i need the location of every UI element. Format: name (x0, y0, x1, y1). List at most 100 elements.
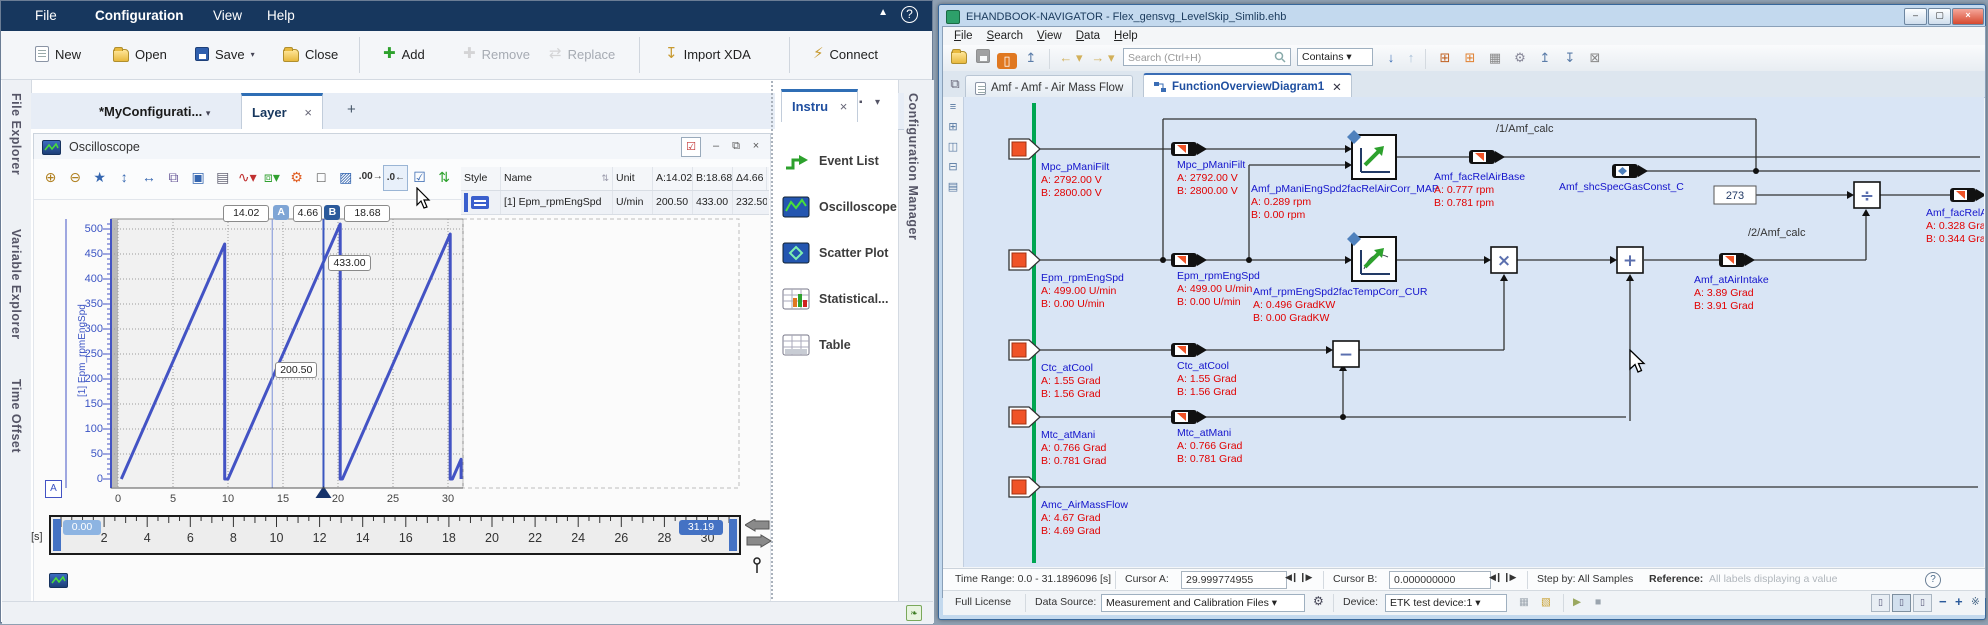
panel-menu-icon[interactable]: ▾ (875, 97, 880, 108)
strip-icon-0[interactable]: ≡ (943, 97, 963, 117)
find-previous-icon[interactable]: ↑ (1401, 49, 1421, 67)
table-row[interactable]: [1] Epm_rpmEngSpd U/min 200.50 433.00 232.50 (461, 191, 769, 215)
pin-icon[interactable]: ▪ (859, 97, 863, 108)
instrument-item-eventlist[interactable]: Event List (781, 141, 899, 181)
help-icon[interactable]: ? (901, 6, 918, 23)
menu-item-file[interactable]: File (947, 30, 980, 42)
filter-icon[interactable]: ⊠ (1585, 49, 1605, 67)
open-icon[interactable] (949, 49, 969, 67)
sidebar-item-time-offset[interactable]: Time Offset (9, 379, 23, 453)
output-marker[interactable] (1950, 188, 1984, 202)
remove-button[interactable]: ✚ Remove (463, 41, 530, 67)
back-icon[interactable]: ← ▾ (1057, 49, 1085, 67)
layout-right-icon[interactable]: ▯ (1913, 594, 1932, 612)
column-header-style[interactable]: Style (461, 167, 501, 190)
forward-icon[interactable]: → ▾ (1089, 49, 1117, 67)
curve-block[interactable] (1347, 232, 1397, 282)
menu-item-help[interactable]: Help (263, 1, 299, 31)
help-icon[interactable]: ? (1925, 572, 1941, 588)
zoom-in-icon[interactable]: ⊕ (39, 165, 62, 189)
oscilloscope-mini-icon[interactable] (49, 573, 68, 588)
save-image-icon[interactable]: ▣ (187, 165, 210, 189)
connect-button[interactable]: ⚡ Connect (813, 41, 878, 67)
strip-icon-1[interactable]: ⊞ (943, 117, 963, 137)
selection-box-icon[interactable]: □ (310, 165, 333, 189)
zoom-fit-icon[interactable]: ★ (88, 165, 111, 189)
layout-icon[interactable]: ⧈▾ (260, 165, 283, 189)
goto-function-icon[interactable]: ⊞ (1435, 49, 1455, 67)
open-button[interactable]: Open (113, 41, 167, 67)
chart-mode-icon[interactable]: ▨ (334, 165, 357, 189)
measure-check-icon[interactable]: ☑ (681, 137, 701, 157)
instrument-item-table[interactable]: Table (781, 325, 899, 365)
import-xda-button[interactable]: ↧ Import XDA (665, 41, 751, 67)
instrument-item-oscilloscope[interactable]: Oscilloscope (781, 187, 899, 227)
sidebar-toggle-icon[interactable]: ⧉ (945, 75, 965, 93)
signal-marker[interactable] (1171, 343, 1207, 357)
cursor-a-input[interactable]: 29.999774955 (1181, 571, 1287, 589)
copy-icon[interactable]: ⧉ (162, 165, 185, 189)
collapse-ribbon-icon[interactable]: ▲ (878, 7, 888, 18)
ebook-icon[interactable]: ▯ (997, 53, 1017, 69)
stop-icon[interactable]: ■ (1595, 596, 1601, 608)
device-dropdown[interactable]: ETK test device:1 ▾ (1385, 594, 1507, 612)
zoom-out-button[interactable]: − (1939, 594, 1947, 609)
close-button[interactable]: × (1952, 8, 1984, 25)
record-icon[interactable]: ▦ (1519, 596, 1529, 608)
fit-horizontal-icon[interactable]: ↔ (137, 165, 160, 189)
play-icon[interactable]: ▶ (1573, 596, 1581, 608)
function-overview-diagram[interactable]: × + − ÷ 273 Mpc_pManiFilt A: 2792.00 V B: 2800… (963, 97, 1984, 567)
constant-273-block[interactable]: 273 (1713, 185, 1757, 205)
strip-icon-4[interactable]: ▤ (943, 177, 963, 197)
strip-icon-3[interactable]: ⊟ (943, 157, 963, 177)
cursor-a-badge[interactable]: A (273, 205, 290, 220)
tab-my-configuration[interactable]: *MyConfigurati... ▾ (89, 95, 220, 128)
dropdown-icon[interactable]: ▾ (251, 50, 255, 59)
add-block[interactable]: + (1616, 246, 1644, 274)
tab-dropdown-icon[interactable]: ▾ (206, 108, 211, 118)
export-signal-icon[interactable]: ⇅ (433, 165, 456, 189)
new-tab-button[interactable]: + (347, 101, 356, 118)
column-header-name[interactable]: Name ⇅ (501, 167, 613, 190)
tab-instruments[interactable]: Instru × (781, 89, 859, 122)
tab-close-icon[interactable]: ✕ (1332, 80, 1342, 94)
layout-split-icon[interactable]: ▯ (1892, 594, 1911, 612)
save-icon[interactable] (973, 49, 993, 67)
replace-button[interactable]: ⇄ Replace (549, 41, 615, 67)
signal-config-icon[interactable]: ∿▾ (236, 165, 259, 189)
add-button[interactable]: ✚ Add (383, 41, 425, 67)
minimize-icon[interactable]: – (707, 137, 725, 155)
time-ruler[interactable]: 2 4 6 8 10 12 14 16 18 20 22 24 26 28 30 0.00 31.19 (49, 515, 741, 555)
expand-icon[interactable]: ↥ (1535, 49, 1555, 67)
minimize-button[interactable]: – (1904, 8, 1927, 25)
decrease-decimals-icon[interactable]: .0← (383, 165, 409, 191)
menu-item-help[interactable]: Help (1107, 30, 1145, 42)
sidebar-item-file-explorer[interactable]: File Explorer (9, 93, 23, 175)
collapse-icon[interactable]: ↧ (1560, 49, 1580, 67)
menu-item-data[interactable]: Data (1069, 30, 1107, 42)
sidebar-item-variable-explorer[interactable]: Variable Explorer (9, 229, 23, 340)
save-button[interactable]: Save ▾ (195, 41, 255, 67)
strip-icon-2[interactable]: ◫ (943, 137, 963, 157)
menu-item-search[interactable]: Search (980, 30, 1030, 42)
search-input[interactable]: Search (Ctrl+H) (1123, 48, 1291, 66)
title-bar[interactable]: EHANDBOOK-NAVIGATOR - Flex_gensvg_LevelS… (942, 7, 1984, 26)
settings-gear-icon[interactable]: ⚙ (285, 165, 308, 189)
multiply-block[interactable]: × (1490, 246, 1518, 274)
style-cell[interactable] (461, 191, 501, 214)
record-config-icon[interactable]: ▧ (1541, 596, 1551, 608)
close-button[interactable]: Close (283, 41, 338, 67)
data-source-dropdown[interactable]: Measurement and Calibration Files ▾ (1101, 594, 1305, 612)
column-header-466[interactable]: Δ4.66 (733, 167, 767, 190)
instrument-item-statistical[interactable]: Statistical... (781, 279, 899, 319)
print-icon[interactable]: ▤ (211, 165, 234, 189)
sidebar-item-configuration-manager[interactable]: Configuration Manager (906, 93, 920, 240)
search-filter-dropdown[interactable]: Contains ▾ (1297, 48, 1373, 66)
column-header-b1868[interactable]: B:18.68 (693, 167, 733, 190)
close-icon[interactable]: × (747, 137, 765, 155)
subtract-block[interactable]: − (1332, 340, 1360, 368)
menu-item-file[interactable]: File (31, 1, 61, 31)
cursor-b-badge[interactable]: B (324, 205, 341, 220)
column-header-unit[interactable]: Unit (613, 167, 653, 190)
constant-marker[interactable] (1612, 164, 1648, 178)
